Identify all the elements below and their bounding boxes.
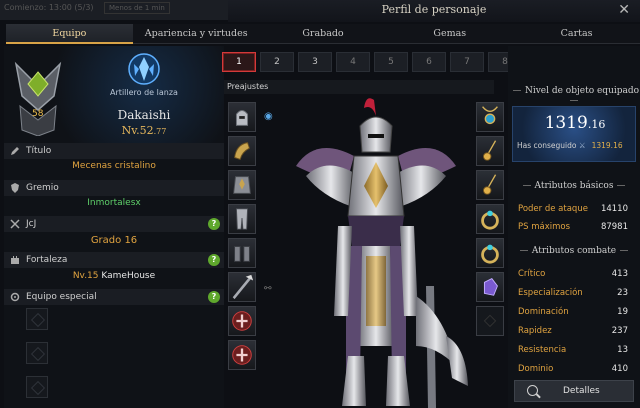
- tab-grabado[interactable]: Grabado: [259, 24, 387, 44]
- link-icon: ⚯: [264, 284, 272, 294]
- combat-stats-heading: Atributos combate: [508, 246, 640, 256]
- stat-endurance: Resistencia 13: [518, 345, 628, 355]
- search-icon: [527, 385, 538, 396]
- item-level-heading: Nivel de objeto equipado: [508, 86, 640, 106]
- character-info-panel: 58 Artillero de lanza Dakaishi Nv.52.77 …: [4, 46, 224, 408]
- eye-icon[interactable]: ◉: [264, 111, 273, 122]
- stat-attack: Poder de ataque 14110: [518, 204, 628, 214]
- basic-stats-heading: Atributos básicos: [508, 181, 640, 191]
- red-cross-icon: [232, 345, 252, 365]
- stronghold-row: Fortaleza ?: [4, 252, 224, 268]
- tab-gemas[interactable]: Gemas: [386, 24, 514, 44]
- ability-stone-slot[interactable]: [476, 272, 504, 302]
- title-row: Título: [4, 143, 224, 159]
- class-lance-icon: [128, 53, 160, 85]
- legs-armor-icon: [235, 208, 249, 230]
- special-slot[interactable]: [26, 308, 48, 330]
- special-slot[interactable]: [26, 376, 48, 398]
- ring-slot-2[interactable]: [476, 238, 504, 268]
- stat-specialization: Especialización 23: [518, 288, 628, 298]
- shoulder-slot[interactable]: [228, 136, 256, 166]
- stat-crit: Crítico 413: [518, 269, 628, 279]
- badge-level: 58: [32, 109, 44, 119]
- shield-icon: [11, 183, 19, 193]
- help-icon[interactable]: ?: [208, 291, 220, 303]
- level-badge-icon: [14, 61, 62, 136]
- page-button[interactable]: 6: [412, 52, 446, 72]
- equipment-view: 1 2 3 4 5 6 7 8 9 10 Preajustes ◉ ⚯: [222, 46, 628, 408]
- character-name: Dakaishi: [117, 108, 171, 122]
- stat-domination: Dominación 19: [518, 307, 628, 317]
- guild-row: Gremio: [4, 180, 224, 196]
- ring-slot[interactable]: [476, 204, 504, 234]
- castle-icon: [11, 256, 19, 264]
- lance-icon: [232, 274, 254, 300]
- pvp-row: JcJ ?: [4, 216, 224, 232]
- pen-icon: [11, 147, 19, 155]
- details-button[interactable]: Detalles: [514, 380, 634, 402]
- presets-bar: Preajustes: [224, 80, 494, 94]
- title-value: Mecenas cristalino: [72, 161, 156, 171]
- stat-swiftness: Rapidez 237: [518, 326, 628, 336]
- chest-armor-icon: [233, 176, 251, 194]
- gloves-slot[interactable]: [228, 238, 256, 268]
- ability-stone-slot[interactable]: [228, 306, 256, 336]
- achieved-level: Has conseguido ⚔ 1319.16: [517, 141, 623, 150]
- legs-slot[interactable]: [228, 204, 256, 234]
- necklace-slot[interactable]: [476, 102, 504, 132]
- earring-slot[interactable]: [476, 136, 504, 166]
- earring-slot-2[interactable]: [476, 170, 504, 200]
- empty-slot-icon: [483, 314, 497, 328]
- earring-icon: [483, 174, 497, 195]
- page-button[interactable]: 1: [222, 52, 256, 72]
- gloves-icon: [234, 246, 250, 262]
- shoulder-icon: [234, 142, 250, 160]
- page-button[interactable]: 3: [298, 52, 332, 72]
- title-bar: Perfil de personaje ✕: [228, 0, 640, 22]
- item-level-box: 1319.16 Has conseguido ⚔ 1319.16: [512, 106, 636, 162]
- helmet-icon: [235, 110, 249, 126]
- weapon-slot[interactable]: [228, 272, 256, 302]
- swords-icon: [10, 219, 20, 229]
- close-icon[interactable]: ✕: [618, 2, 630, 18]
- stronghold-value: Nv.15 KameHouse: [72, 271, 156, 281]
- earring-icon: [483, 140, 497, 161]
- pvp-value: Grado 16: [90, 235, 138, 246]
- tab-apariencia[interactable]: Apariencia y virtudes: [132, 24, 260, 44]
- bracelet-slot[interactable]: [476, 306, 504, 336]
- gear-icon: [10, 292, 20, 302]
- ring-icon: [481, 210, 499, 230]
- tab-bar: Equipo Apariencia y virtudes Grabado Gem…: [6, 24, 640, 44]
- stat-expertise: Dominio 410: [518, 364, 628, 374]
- page-button[interactable]: 5: [374, 52, 408, 72]
- chest-slot[interactable]: [228, 170, 256, 200]
- guild-value: Inmortalesx: [87, 198, 141, 208]
- stats-panel: Nivel de objeto equipado 1319.16 Has con…: [508, 46, 640, 408]
- crystal-icon: [483, 277, 498, 296]
- stat-hp: PS máximos 87981: [518, 222, 628, 232]
- special-slot[interactable]: [26, 342, 48, 364]
- tab-cartas[interactable]: Cartas: [513, 24, 640, 44]
- page-button[interactable]: 7: [450, 52, 484, 72]
- page-button[interactable]: 2: [260, 52, 294, 72]
- ability-stone-slot-2[interactable]: [228, 340, 256, 370]
- help-icon[interactable]: ?: [208, 218, 220, 230]
- window-title: Perfil de personaje: [381, 3, 487, 16]
- tab-equipo[interactable]: Equipo: [6, 24, 133, 44]
- ring-icon: [481, 244, 499, 264]
- red-cross-icon: [232, 311, 252, 331]
- helmet-slot[interactable]: [228, 102, 256, 132]
- necklace-icon: [482, 106, 498, 125]
- character-profile-window: Perfil de personaje ✕ Equipo Apariencia …: [0, 0, 640, 408]
- page-button[interactable]: 4: [336, 52, 370, 72]
- character-level: Nv.52.77: [121, 124, 167, 137]
- help-icon[interactable]: ?: [208, 254, 220, 266]
- special-equipment-row: Equipo especial ?: [4, 289, 224, 305]
- character-model: [296, 98, 468, 408]
- class-name: Artillero de lanza: [110, 88, 178, 97]
- item-level-value: 1319.16: [544, 113, 606, 133]
